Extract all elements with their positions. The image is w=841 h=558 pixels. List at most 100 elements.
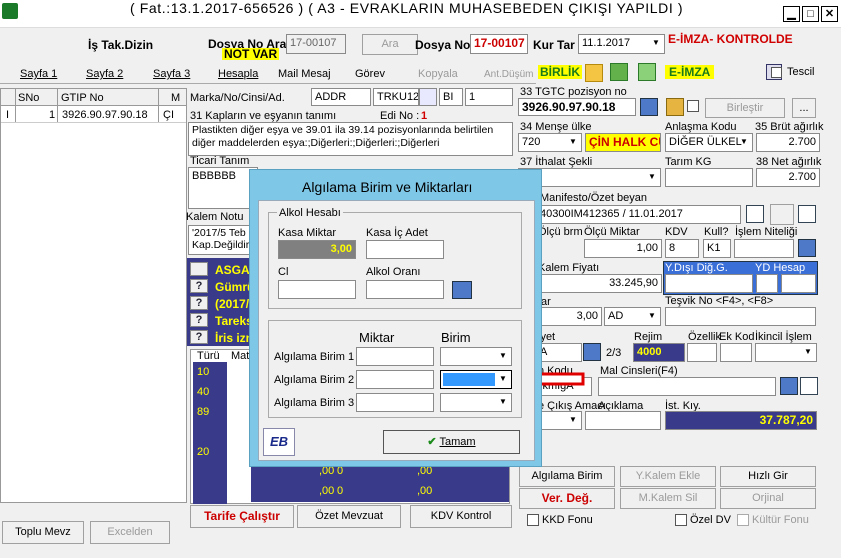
list-icon[interactable] — [640, 98, 658, 116]
kdv-kontrol-button[interactable]: KDV Kontrol — [410, 505, 512, 528]
chevron-down-icon[interactable]: ▼ — [496, 349, 510, 364]
info-item-iris[interactable]: İris izn — [215, 331, 253, 345]
chevron-down-icon[interactable]: ▼ — [645, 309, 659, 324]
orjinal-button[interactable]: Orjinal — [720, 488, 816, 509]
kalem-fiyati-input[interactable]: 33.245,90 — [536, 274, 662, 293]
col-gtip[interactable]: GTIP No — [61, 92, 104, 104]
tab-sayfa-2[interactable]: Sayfa 2 — [86, 68, 123, 80]
kkd-fonu-checkbox[interactable] — [527, 514, 539, 526]
cl-input[interactable] — [278, 280, 356, 299]
mense-select[interactable]: 720 ▼ — [518, 133, 582, 152]
chevron-down-icon[interactable]: ▼ — [566, 135, 580, 150]
tab-kopyala[interactable]: Kopyala — [418, 68, 458, 80]
tarim-input[interactable] — [665, 168, 753, 187]
col-sno[interactable]: SNo — [18, 92, 39, 104]
algilama-miktar-1[interactable] — [356, 347, 434, 366]
manifesto-input[interactable]: 40300IM412365 / 11.01.2017 — [536, 205, 741, 224]
aciklama-input[interactable] — [585, 411, 661, 430]
kaplar-textarea[interactable]: Plastikten diğer eşya ve 39.01 ila 39.14… — [188, 122, 513, 156]
info-item-tareks[interactable]: Tareks — [215, 314, 253, 328]
calculator-icon[interactable] — [452, 281, 472, 299]
cikis-amaci-select[interactable]: ▼ — [536, 411, 582, 430]
ikincil-select[interactable]: ▼ — [755, 343, 817, 362]
algilama-birim-1[interactable]: ▼ — [440, 347, 512, 366]
list-icon[interactable] — [798, 239, 816, 257]
chevron-down-icon[interactable]: ▼ — [649, 36, 663, 52]
import-icon[interactable] — [638, 63, 656, 81]
ozel-dv-checkbox[interactable] — [675, 514, 687, 526]
kasa-miktar-input[interactable]: 3,00 — [278, 240, 356, 259]
ozellik-input[interactable] — [687, 343, 717, 362]
info-item-asgari[interactable]: ASGA — [215, 263, 250, 277]
tarife-calistir-button[interactable]: Tarife Çalıştır — [190, 505, 294, 528]
toplu-mevz-button[interactable]: Toplu Mevz — [2, 521, 84, 544]
hizli-gir-button[interactable]: Hızlı Gir — [720, 466, 816, 487]
tab-ant-dusum[interactable]: Ant.Düşüm — [484, 69, 533, 80]
tescil-checkbox[interactable] — [771, 67, 782, 78]
anlasma-select[interactable]: DİĞER ÜLKEL ▼ — [665, 133, 753, 152]
algilama-miktar-3[interactable] — [356, 393, 434, 412]
edit-icon[interactable] — [800, 377, 818, 395]
ara-button[interactable]: Ara — [362, 34, 418, 55]
trku-input[interactable]: TRKU12 — [373, 88, 419, 106]
chevron-down-icon[interactable]: ▼ — [496, 395, 510, 410]
list-icon[interactable] — [583, 343, 601, 361]
list-icon[interactable] — [780, 377, 798, 395]
chevron-down-icon[interactable]: ▼ — [801, 345, 815, 360]
kasa-ic-adet-input[interactable] — [366, 240, 444, 259]
dosya-ara-input[interactable]: 17-00107 — [286, 34, 346, 54]
folder-icon[interactable] — [585, 64, 603, 82]
minimize-button[interactable]: ▁ — [783, 6, 800, 22]
net-input[interactable]: 2.700 — [756, 168, 820, 187]
tab-hesapla[interactable]: Hesapla — [218, 68, 258, 80]
table-row[interactable]: I 1 3926.90.97.90.18 ÇI — [1, 106, 186, 123]
manifesto-blank-button[interactable] — [770, 204, 794, 225]
rejim-input[interactable]: 4000 — [633, 343, 685, 362]
ist-kiy-input[interactable]: 37.787,20 — [665, 411, 817, 430]
is-tak-dizin-label[interactable]: İş Tak.Dizin — [88, 38, 153, 52]
ozet-mevzuat-button[interactable]: Özet Mevzuat — [297, 505, 401, 528]
chevron-down-icon[interactable]: ▼ — [496, 372, 510, 387]
ad-select[interactable]: AD ▼ — [604, 307, 661, 326]
info-item-2017[interactable]: (2017/ — [215, 297, 249, 311]
mal-cinsleri-input[interactable] — [598, 377, 776, 396]
tar-input[interactable]: 3,00 — [536, 307, 602, 326]
kur-tar-field[interactable]: 11.1.2017 ▼ — [578, 34, 665, 54]
mense-name-field[interactable]: ÇİN HALK CU — [585, 133, 661, 152]
birlestir-button[interactable]: Birleştir — [705, 98, 785, 118]
iyet-input[interactable]: A — [536, 343, 582, 362]
algilama-birim-3[interactable]: ▼ — [440, 393, 512, 412]
excelden-button[interactable]: Excelden — [90, 521, 170, 544]
olcu-miktar-input[interactable]: 1,00 — [584, 239, 662, 258]
col-m[interactable]: M — [171, 92, 180, 104]
document-icon[interactable] — [746, 205, 764, 223]
ver-deg-button[interactable]: Ver. Değ. — [519, 488, 615, 509]
kull-input[interactable]: K1 — [703, 239, 731, 258]
export-icon[interactable] — [610, 63, 628, 81]
tab-mail-mesaj[interactable]: Mail Mesaj — [278, 68, 331, 80]
chevron-down-icon[interactable]: ▼ — [645, 170, 659, 185]
algilama-birim-button[interactable]: Algılama Birim — [519, 466, 615, 487]
tgtc-input[interactable]: 3926.90.97.90.18 — [518, 98, 636, 116]
sort-icon[interactable] — [798, 205, 816, 223]
islem-nit-input[interactable] — [734, 239, 794, 258]
yd-hesap-input-b[interactable] — [781, 274, 816, 293]
tab-gorev[interactable]: Görev — [355, 68, 385, 80]
alkol-orani-input[interactable] — [366, 280, 444, 299]
chevron-down-icon[interactable]: ▼ — [566, 413, 580, 428]
more-button[interactable]: ... — [792, 98, 816, 118]
ticari-textarea[interactable]: BBBBBB — [188, 167, 258, 209]
tgtc-checkbox[interactable] — [687, 100, 699, 112]
ydisi-input[interactable] — [665, 274, 753, 293]
marka-input[interactable]: ADDR — [311, 88, 371, 106]
e-imza-badge[interactable]: E-İMZA — [665, 65, 715, 79]
yd-hesap-input-a[interactable] — [756, 274, 778, 293]
close-button[interactable]: ✕ — [821, 6, 838, 22]
items-grid[interactable]: SNo GTIP No M I 1 3926.90.97.90.18 ÇI — [0, 88, 187, 503]
chevron-down-icon[interactable]: ▼ — [737, 135, 751, 150]
edit-icon[interactable] — [419, 88, 437, 106]
kultur-fonu-checkbox[interactable] — [737, 514, 749, 526]
y-kalem-ekle-button[interactable]: Y.Kalem Ekle — [620, 466, 716, 487]
ek-kod-input[interactable] — [720, 343, 752, 362]
tab-sayfa-1[interactable]: Sayfa 1 — [20, 68, 57, 80]
